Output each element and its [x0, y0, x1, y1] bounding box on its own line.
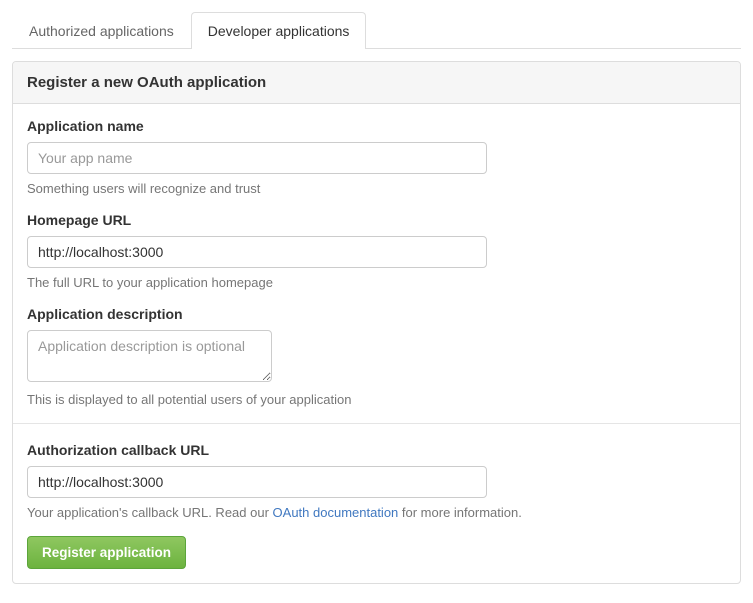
- section-divider: [13, 423, 740, 424]
- register-oauth-panel: Register a new OAuth application Applica…: [12, 61, 741, 584]
- callback-url-label: Authorization callback URL: [27, 442, 726, 458]
- tab-developer-applications[interactable]: Developer applications: [191, 12, 367, 49]
- homepage-url-label: Homepage URL: [27, 212, 726, 228]
- application-description-input[interactable]: [27, 330, 272, 382]
- field-application-description: Application description This is displaye…: [27, 306, 726, 407]
- callback-url-hint: Your application's callback URL. Read ou…: [27, 505, 726, 520]
- callback-hint-pre: Your application's callback URL. Read ou…: [27, 505, 273, 520]
- panel-title: Register a new OAuth application: [13, 62, 740, 104]
- panel-body: Application name Something users will re…: [13, 104, 740, 583]
- callback-hint-post: for more information.: [398, 505, 522, 520]
- field-callback-url: Authorization callback URL Your applicat…: [27, 442, 726, 520]
- application-name-input[interactable]: [27, 142, 487, 174]
- register-application-button[interactable]: Register application: [27, 536, 186, 569]
- oauth-documentation-link[interactable]: OAuth documentation: [273, 505, 399, 520]
- field-application-name: Application name Something users will re…: [27, 118, 726, 196]
- application-name-label: Application name: [27, 118, 726, 134]
- homepage-url-hint: The full URL to your application homepag…: [27, 275, 726, 290]
- tabs-nav: Authorized applications Developer applic…: [12, 12, 741, 49]
- field-homepage-url: Homepage URL The full URL to your applic…: [27, 212, 726, 290]
- homepage-url-input[interactable]: [27, 236, 487, 268]
- application-description-hint: This is displayed to all potential users…: [27, 392, 726, 407]
- tab-authorized-applications[interactable]: Authorized applications: [12, 12, 191, 49]
- application-description-label: Application description: [27, 306, 726, 322]
- callback-url-input[interactable]: [27, 466, 487, 498]
- application-name-hint: Something users will recognize and trust: [27, 181, 726, 196]
